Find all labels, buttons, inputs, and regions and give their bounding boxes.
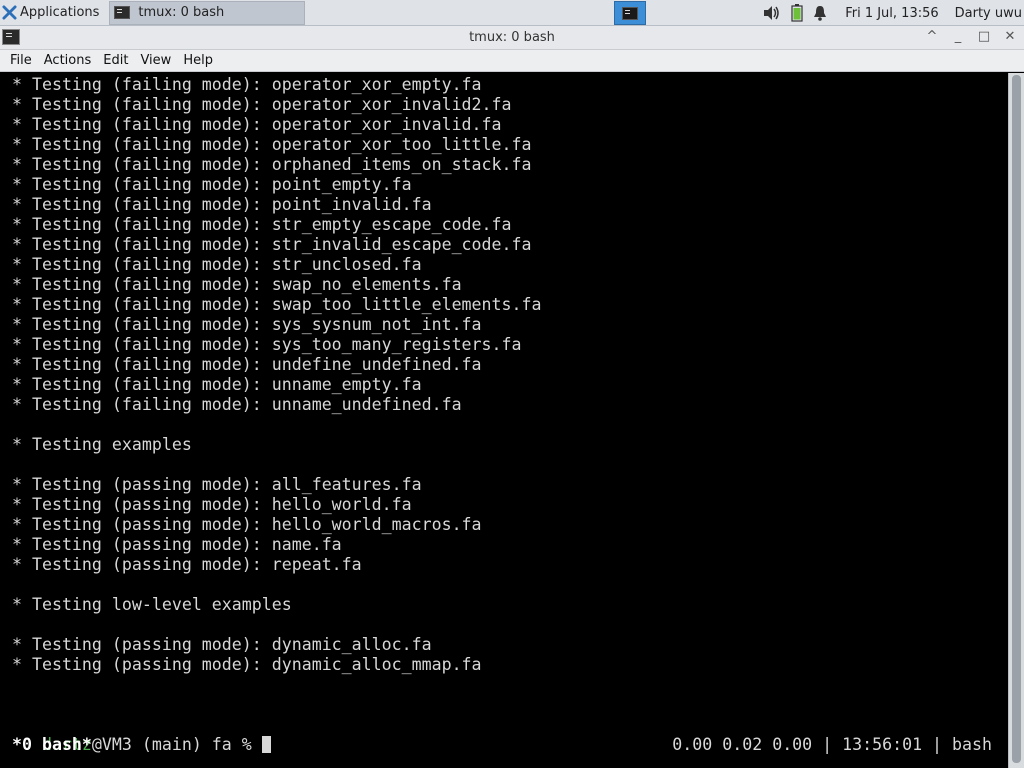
window-title: tmux: 0 bash — [469, 30, 555, 45]
window-titlebar[interactable]: tmux: 0 bash ^ _ □ ✕ — [0, 26, 1024, 50]
terminal-line: * Testing (failing mode): operator_xor_i… — [2, 115, 502, 134]
terminal-line: * Testing (failing mode): operator_xor_i… — [2, 95, 512, 114]
terminal-line: * Testing (failing mode): sys_sysnum_not… — [2, 315, 482, 334]
terminal-output[interactable]: * Testing (failing mode): operator_xor_e… — [0, 73, 1008, 768]
terminal-line: * Testing (failing mode): swap_no_elemen… — [2, 275, 462, 294]
terminal-line: * Testing (failing mode): str_invalid_es… — [2, 235, 532, 254]
menu-actions[interactable]: Actions — [38, 53, 98, 68]
system-tray: Fri 1 Jul, 13:56 Darty uwu — [763, 0, 1024, 26]
terminal-line: * Testing (passing mode): all_features.f… — [2, 475, 422, 494]
menu-file[interactable]: File — [4, 53, 38, 68]
terminal-line: * Testing (passing mode): name.fa — [2, 535, 342, 554]
terminal-line: * Testing (passing mode): hello_world_ma… — [2, 515, 482, 534]
terminal-line: * Testing (passing mode): dynamic_alloc_… — [2, 655, 482, 674]
prompt-line: dartz@VM3 (main) fa % — [0, 715, 271, 754]
terminal-line: * Testing examples — [2, 435, 192, 454]
notification-bell-icon[interactable] — [813, 5, 827, 21]
menubar: File Actions Edit View Help — [0, 50, 1024, 72]
terminal-line: * Testing (failing mode): swap_too_littl… — [2, 295, 542, 314]
user-menu[interactable]: Darty uwu — [955, 6, 1022, 21]
shade-button[interactable]: ^ — [924, 28, 940, 46]
terminal-line: * Testing (failing mode): str_empty_esca… — [2, 215, 512, 234]
taskbar-item-label: tmux: 0 bash — [138, 5, 225, 20]
close-button[interactable]: ✕ — [1002, 28, 1018, 46]
top-panel: Applications tmux: 0 bash Fri 1 Jul, 13:… — [0, 0, 1024, 26]
menu-help[interactable]: Help — [177, 53, 219, 68]
battery-icon[interactable] — [791, 4, 803, 22]
terminal-line: * Testing (failing mode): orphaned_items… — [2, 155, 532, 174]
terminal-line: * Testing (failing mode): point_empty.fa — [2, 175, 412, 194]
terminal-line: * Testing (failing mode): undefine_undef… — [2, 355, 482, 374]
terminal-icon — [114, 6, 131, 19]
terminal-line: * Testing low-level examples — [2, 595, 292, 614]
terminal-line: * Testing (failing mode): unname_empty.f… — [2, 375, 422, 394]
terminal-line: * Testing (passing mode): hello_world.fa — [2, 495, 412, 514]
tmux-window-name[interactable]: *0 bash* — [0, 735, 92, 754]
terminal-line: * Testing (passing mode): dynamic_alloc.… — [2, 635, 432, 654]
xfce-icon — [2, 5, 17, 20]
taskbar-item-tmux[interactable]: tmux: 0 bash — [109, 0, 306, 25]
terminal-icon — [622, 6, 638, 20]
maximize-button[interactable]: □ — [976, 28, 992, 46]
menu-edit[interactable]: Edit — [97, 53, 134, 68]
terminal-line: * Testing (failing mode): operator_xor_e… — [2, 75, 482, 94]
window-controls: ^ _ □ ✕ — [924, 28, 1018, 46]
terminal-line: * Testing (failing mode): sys_too_many_r… — [2, 335, 522, 354]
minimize-button[interactable]: _ — [950, 28, 966, 46]
terminal-lines: * Testing (failing mode): operator_xor_e… — [0, 73, 1008, 715]
applications-label: Applications — [20, 5, 100, 20]
applications-menu-button[interactable]: Applications — [0, 0, 103, 26]
terminal-line: * Testing (failing mode): operator_xor_t… — [2, 135, 532, 154]
terminal-line: * Testing (passing mode): repeat.fa — [2, 555, 362, 574]
tmux-status-bar: *0 bash* 0.00 0.02 0.00 | 13:56:01 | bas… — [0, 735, 1008, 755]
terminal-line: * Testing (failing mode): str_unclosed.f… — [2, 255, 422, 274]
volume-icon[interactable] — [763, 5, 781, 21]
scrollbar[interactable] — [1008, 73, 1024, 768]
clock[interactable]: Fri 1 Jul, 13:56 — [845, 6, 938, 21]
terminal-line: * Testing (failing mode): point_invalid.… — [2, 195, 432, 214]
terminal-line: * Testing (failing mode): unname_undefin… — [2, 395, 462, 414]
menu-view[interactable]: View — [134, 53, 177, 68]
workspace-switcher-button[interactable] — [614, 1, 646, 25]
scrollbar-thumb[interactable] — [1012, 75, 1021, 763]
tmux-status-right: 0.00 0.02 0.00 | 13:56:01 | bash — [672, 735, 992, 754]
